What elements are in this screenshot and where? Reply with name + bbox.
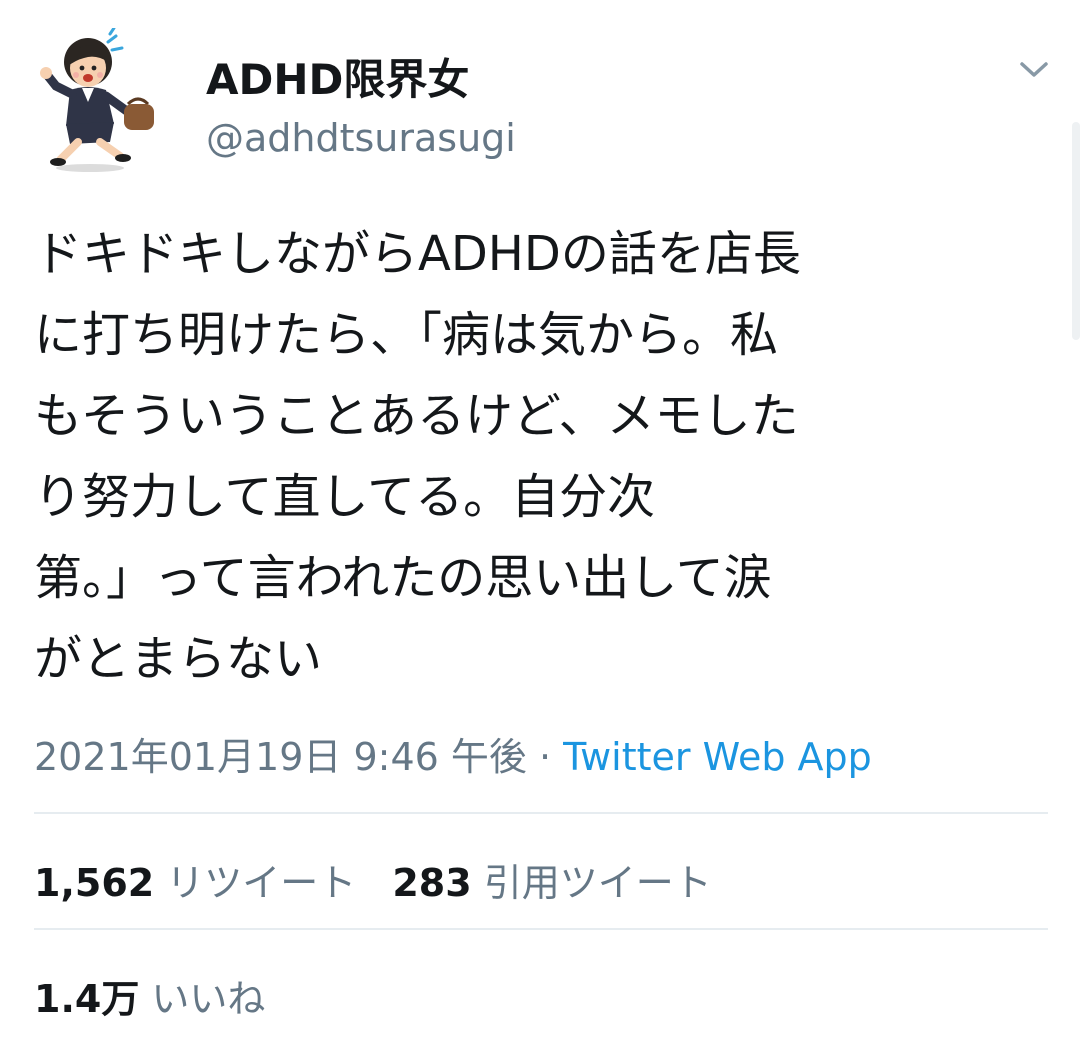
avatar-illustration	[40, 26, 154, 172]
likes-label: いいね	[151, 977, 266, 1021]
quotes-count: 283	[392, 861, 472, 905]
engagement-stats: 1,562 リツイート 283 引用ツイート	[34, 852, 712, 907]
scrollbar[interactable]	[1072, 122, 1080, 340]
display-name[interactable]: ADHD限界女	[206, 46, 469, 107]
quotes-stat[interactable]: 283 引用ツイート	[392, 861, 711, 905]
tweet-text: ドキドキしながらADHDの話を店長 に打ち明けたら、「病は気から。私 もそういう…	[34, 226, 801, 687]
quotes-label: 引用ツイート	[483, 861, 712, 905]
retweets-count: 1,562	[34, 861, 155, 905]
tweet-meta: 2021年01月19日 9:46 午後 · Twitter Web App	[34, 726, 872, 781]
retweets-stat[interactable]: 1,562 リツイート	[34, 861, 356, 905]
user-handle[interactable]: @adhdtsurasugi	[206, 116, 516, 160]
meta-separator: ·	[526, 735, 564, 779]
divider	[34, 812, 1048, 814]
chevron-down-icon[interactable]	[1016, 56, 1052, 82]
divider	[34, 928, 1048, 930]
likes-count: 1.4万	[34, 977, 140, 1021]
tweet-timestamp[interactable]: 2021年01月19日 9:46 午後	[34, 735, 527, 779]
avatar[interactable]	[30, 26, 172, 176]
likes-stat[interactable]: 1.4万 いいね	[34, 968, 265, 1023]
retweets-label: リツイート	[166, 861, 357, 905]
tweet-source[interactable]: Twitter Web App	[563, 735, 872, 779]
